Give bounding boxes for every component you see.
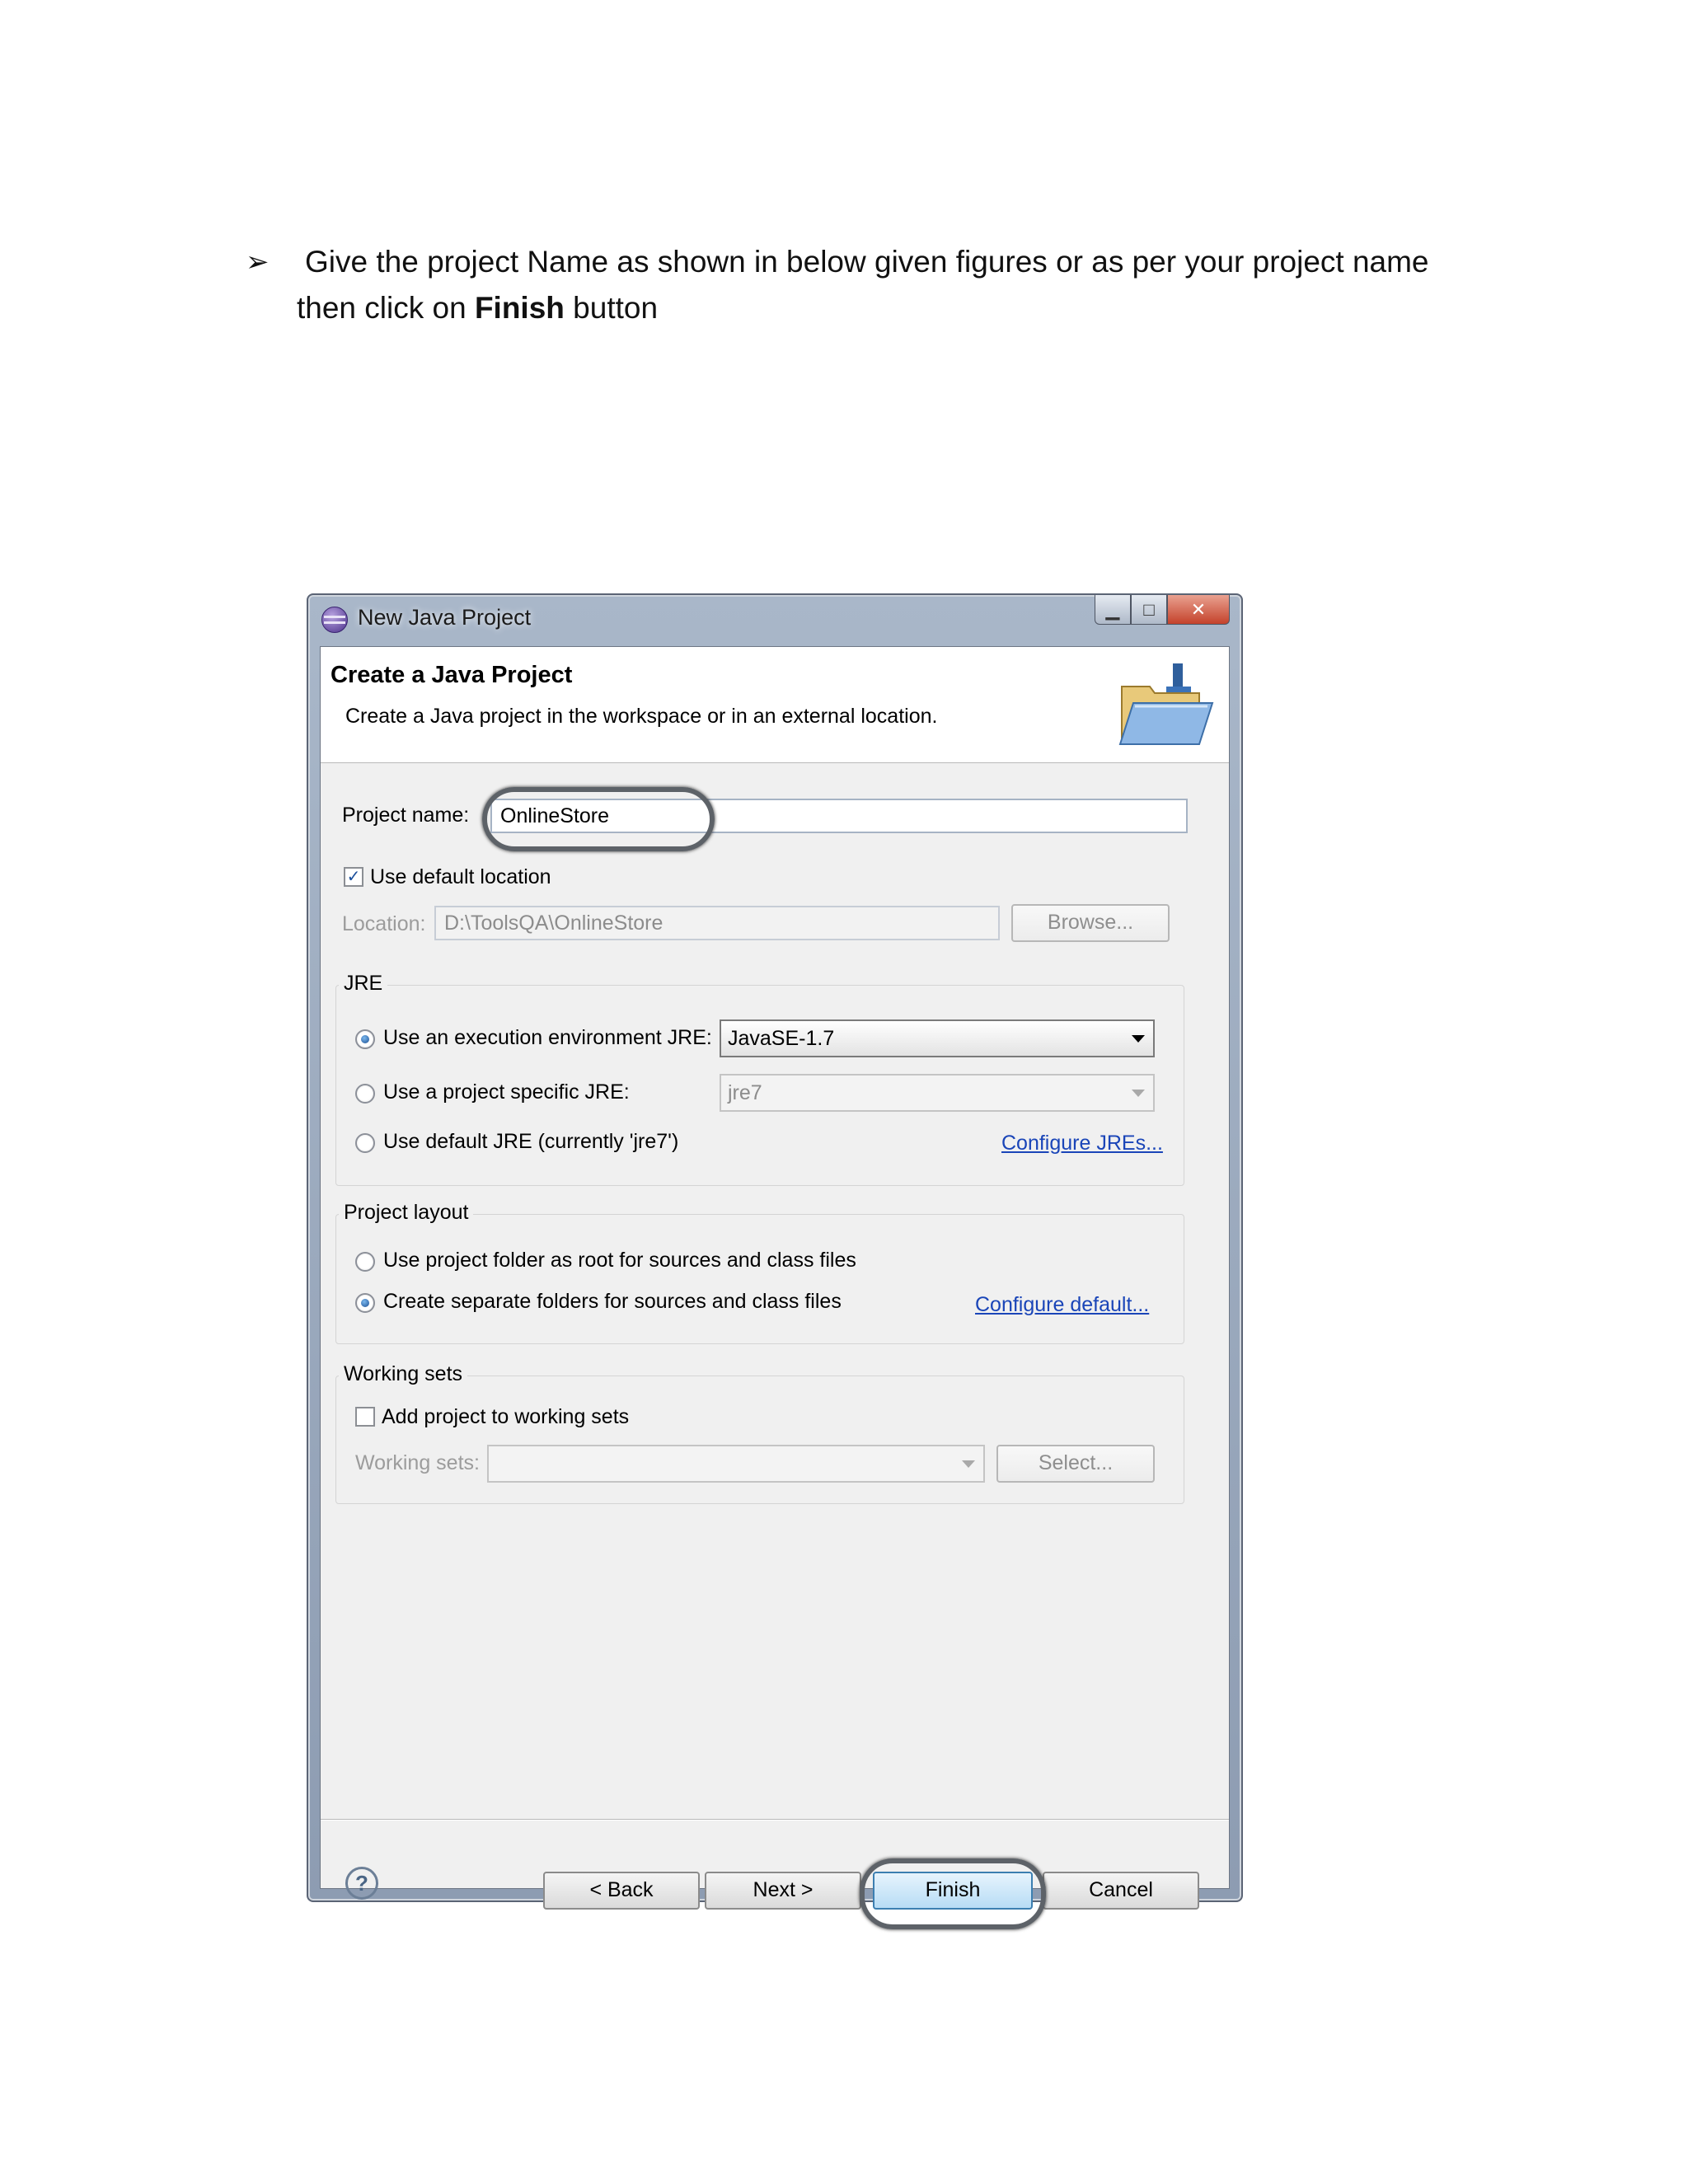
select-working-sets-button[interactable]: Select... bbox=[996, 1445, 1155, 1483]
layout-separate-label: Create separate folders for sources and … bbox=[383, 1290, 842, 1313]
jre-group-title: JRE bbox=[339, 972, 388, 996]
working-sets-group bbox=[335, 1376, 1184, 1504]
add-to-working-sets-checkbox[interactable] bbox=[355, 1407, 375, 1427]
instruction-line-2-suffix: button bbox=[564, 291, 659, 325]
jre-execution-env-radio[interactable] bbox=[355, 1029, 375, 1049]
project-specific-jre-value: jre7 bbox=[728, 1081, 762, 1104]
working-sets-label: Working sets: bbox=[355, 1451, 480, 1474]
project-name-highlight-ring bbox=[482, 787, 715, 851]
back-button[interactable]: < Back bbox=[543, 1872, 700, 1910]
finish-highlight-ring bbox=[860, 1858, 1046, 1929]
jre-default-radio[interactable] bbox=[355, 1133, 375, 1153]
checkmark-icon: ✓ bbox=[346, 868, 361, 886]
chevron-down-icon bbox=[962, 1460, 975, 1468]
jre-execution-env-label: Use an execution environment JRE: bbox=[383, 1026, 712, 1049]
footer-separator bbox=[321, 1819, 1229, 1821]
java-project-folder-icon bbox=[1118, 663, 1214, 745]
chevron-down-icon bbox=[1132, 1090, 1145, 1097]
project-layout-group-title: Project layout bbox=[339, 1201, 474, 1225]
working-sets-group-title: Working sets bbox=[339, 1362, 468, 1386]
working-sets-select[interactable] bbox=[487, 1445, 985, 1483]
execution-env-select[interactable]: JavaSE-1.7 bbox=[720, 1019, 1155, 1057]
location-label: Location: bbox=[342, 912, 426, 935]
title-bar[interactable]: New Java Project ▁ □ ✕ bbox=[308, 595, 1241, 646]
close-button[interactable]: ✕ bbox=[1167, 595, 1230, 625]
minimize-button[interactable]: ▁ bbox=[1095, 595, 1131, 625]
layout-separate-radio[interactable] bbox=[355, 1293, 375, 1313]
next-button[interactable]: Next > bbox=[705, 1872, 861, 1910]
instruction-line-2: then click on Finish button bbox=[297, 285, 658, 331]
project-specific-jre-select[interactable]: jre7 bbox=[720, 1074, 1155, 1112]
new-java-project-window: New Java Project ▁ □ ✕ Create a Java Pro… bbox=[307, 593, 1243, 1929]
maximize-button[interactable]: □ bbox=[1131, 595, 1167, 625]
window-title: New Java Project bbox=[358, 605, 532, 630]
minimize-icon: ▁ bbox=[1105, 598, 1120, 620]
header-description: Create a Java project in the workspace o… bbox=[345, 705, 938, 728]
dialog-header-banner: Create a Java Project Create a Java proj… bbox=[321, 647, 1229, 763]
jre-project-specific-radio[interactable] bbox=[355, 1084, 375, 1104]
chevron-down-icon bbox=[1132, 1035, 1145, 1043]
header-title: Create a Java Project bbox=[331, 662, 573, 688]
close-icon: ✕ bbox=[1190, 598, 1207, 620]
configure-jres-link[interactable]: Configure JREs... bbox=[1001, 1132, 1163, 1155]
browse-button[interactable]: Browse... bbox=[1011, 904, 1170, 942]
help-icon[interactable]: ? bbox=[345, 1867, 378, 1900]
bullet-arrow-icon: ➢ bbox=[246, 246, 270, 278]
instruction-line-2-prefix: then click on bbox=[297, 291, 475, 325]
use-default-location-checkbox[interactable]: ✓ bbox=[344, 867, 363, 887]
use-default-location-label: Use default location bbox=[370, 865, 551, 888]
location-input[interactable]: D:\ToolsQA\OnlineStore bbox=[434, 906, 1000, 940]
layout-root-label: Use project folder as root for sources a… bbox=[383, 1249, 856, 1272]
project-layout-group bbox=[335, 1214, 1184, 1344]
maximize-icon: □ bbox=[1143, 598, 1155, 620]
configure-default-link[interactable]: Configure default... bbox=[975, 1293, 1149, 1317]
dialog-client-area: Create a Java Project Create a Java proj… bbox=[320, 646, 1230, 1929]
instruction-line-1: Give the project Name as shown in below … bbox=[305, 245, 1429, 279]
window-controls: ▁ □ ✕ bbox=[1095, 595, 1230, 628]
eclipse-icon bbox=[321, 607, 348, 633]
layout-root-radio[interactable] bbox=[355, 1252, 375, 1272]
add-to-working-sets-label: Add project to working sets bbox=[382, 1405, 630, 1428]
jre-project-specific-label: Use a project specific JRE: bbox=[383, 1080, 630, 1104]
execution-env-value: JavaSE-1.7 bbox=[728, 1027, 835, 1050]
project-name-label: Project name: bbox=[342, 804, 470, 827]
instruction-finish-word: Finish bbox=[474, 291, 565, 325]
jre-default-label: Use default JRE (currently 'jre7') bbox=[383, 1130, 679, 1153]
cancel-button[interactable]: Cancel bbox=[1043, 1872, 1199, 1910]
